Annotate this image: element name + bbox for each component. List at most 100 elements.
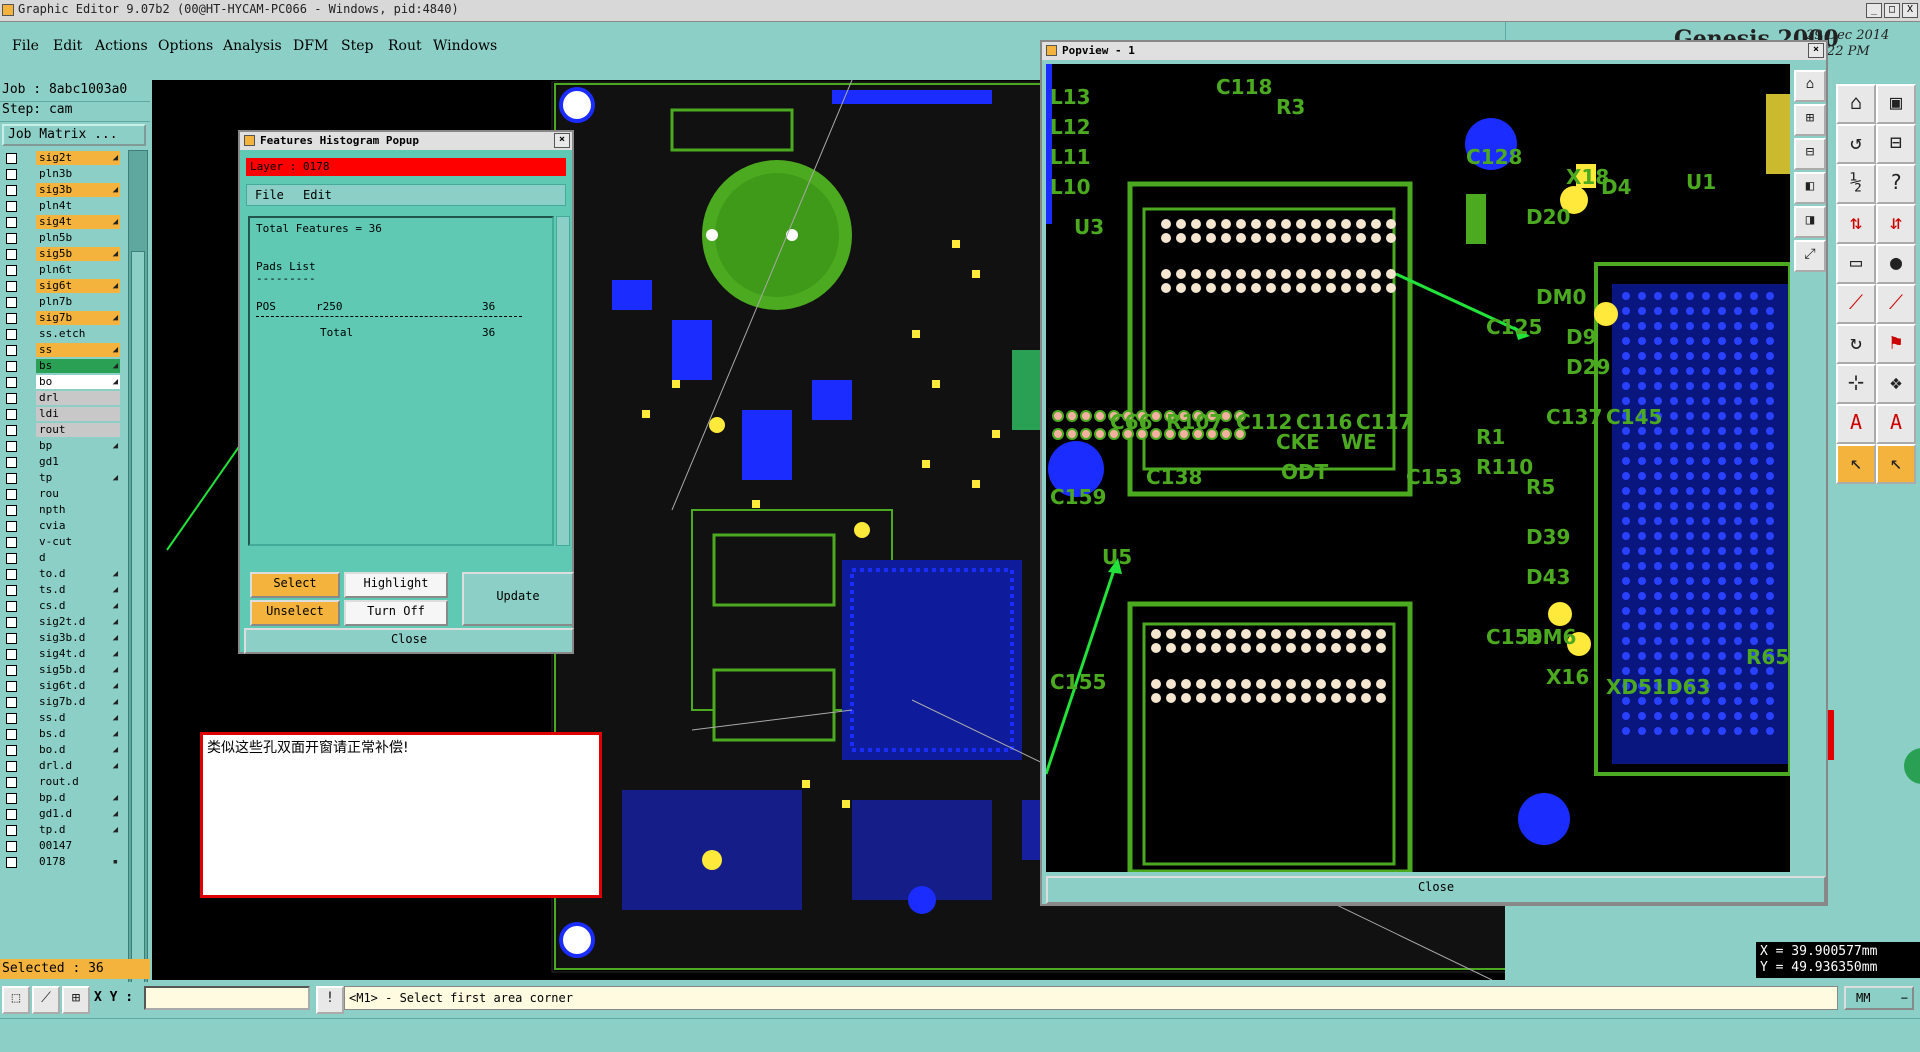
circle-icon[interactable]: ● [1876,244,1916,284]
layer-name[interactable]: cs.d ◢ [36,599,120,613]
green-round-button[interactable] [1904,748,1920,784]
layer-name[interactable]: pln6t [36,263,120,277]
select-button[interactable]: Select [250,572,340,598]
pointer-icon[interactable]: ↖ [1836,444,1876,484]
layer-checkbox[interactable] [6,217,17,228]
arc-icon[interactable]: ⟋ [1876,284,1916,324]
layer-name[interactable]: ss ◢ [36,343,120,357]
layers-icon[interactable]: ⇅ [1836,204,1876,244]
layer-name[interactable]: pln7b [36,295,120,309]
layer-checkbox[interactable] [6,585,17,596]
menu-edit[interactable]: Edit [53,38,82,54]
layer-row[interactable]: bs ◢ [0,358,122,374]
text-edit-icon[interactable]: A [1876,404,1916,444]
layer-name[interactable]: sig3b.d ◢ [36,631,120,645]
select-mode-icon[interactable]: ⬚ [2,986,30,1014]
layer-checkbox[interactable] [6,633,17,644]
layer-name[interactable]: bs.d ◢ [36,727,120,741]
layer-checkbox[interactable] [6,601,17,612]
layer-name[interactable]: sig5b.d ◢ [36,663,120,677]
layer-name[interactable]: pln3b [36,167,120,181]
layer-name[interactable]: gd1.d ◢ [36,807,120,821]
layer-name[interactable]: 00147 [36,839,120,853]
popview-canvas[interactable]: L13 L12 L11 L10 U3 C118 R3 C128 X18 D4 U1 D20 DM0 D9 C… [1044,64,1792,875]
histogram-scrollbar[interactable] [556,216,570,546]
turn-off-button[interactable]: Turn Off [344,600,448,626]
layer-checkbox[interactable] [6,505,17,516]
layer-row[interactable]: sig4t ◢ [0,214,122,230]
layer-checkbox[interactable] [6,393,17,404]
layer-name[interactable]: sig5b ◢ [36,247,120,261]
layer-name[interactable]: bp.d ◢ [36,791,120,805]
units-selector[interactable]: MM − [1844,986,1914,1010]
layer-row[interactable]: sig7b.d ◢ [0,694,122,710]
layer-name[interactable]: v-cut [36,535,120,549]
layer-name[interactable]: bo ◢ [36,375,120,389]
layer-row[interactable]: bs.d ◢ [0,726,122,742]
layer-name[interactable]: cvia [36,519,120,533]
menu-analysis[interactable]: Analysis [223,38,282,54]
layer-checkbox[interactable] [6,361,17,372]
layer-checkbox[interactable] [6,169,17,180]
layer-checkbox[interactable] [6,809,17,820]
snap-icon[interactable]: ⊟ [1876,124,1916,164]
layer-checkbox[interactable] [6,777,17,788]
maximize-button[interactable]: □ [1884,3,1900,18]
layer-row[interactable]: tp.d ◢ [0,822,122,838]
layer-checkbox[interactable] [6,313,17,324]
undo-icon[interactable]: ↺ [1836,124,1876,164]
layer-row[interactable]: tp ◢ [0,470,122,486]
layer-row[interactable]: gd1.d ◢ [0,806,122,822]
layer-row[interactable]: pln5b [0,230,122,246]
text-icon[interactable]: A [1836,404,1876,444]
layer-name[interactable]: ss.d ◢ [36,711,120,725]
layer-checkbox[interactable] [6,617,17,628]
layer-row[interactable]: ldi [0,406,122,422]
layer-name[interactable]: sig4t ◢ [36,215,120,229]
layer-row[interactable]: pln4t [0,198,122,214]
layer-row[interactable]: bp ◢ [0,438,122,454]
layer-checkbox[interactable] [6,233,17,244]
layer-scrollbar[interactable] [128,150,148,1040]
window-icon-tool[interactable]: ▣ [1876,84,1916,124]
layer-checkbox[interactable] [6,249,17,260]
layer-checkbox[interactable] [6,553,17,564]
layer-name[interactable]: ss.etch [36,327,120,341]
layer-name[interactable]: rout.d [36,775,120,789]
layer-name[interactable]: tp ◢ [36,471,120,485]
layer-checkbox[interactable] [6,857,17,868]
layer-row[interactable]: sig7b ◢ [0,310,122,326]
layer-checkbox[interactable] [6,297,17,308]
layer-name[interactable]: rou [36,487,120,501]
layer-checkbox[interactable] [6,153,17,164]
measure-mode-icon[interactable]: ⟋ [32,986,60,1014]
histogram-menu-file[interactable]: File [255,188,284,202]
layer-checkbox[interactable] [6,201,17,212]
layer-row[interactable]: npth [0,502,122,518]
layer-name[interactable]: pln4t [36,199,120,213]
layer-name[interactable]: sig2t.d ◢ [36,615,120,629]
layer-row[interactable]: bo ◢ [0,374,122,390]
pan-left-icon[interactable]: ◧ [1794,172,1826,204]
update-button[interactable]: Update [462,572,574,626]
layer-checkbox[interactable] [6,281,17,292]
layer-name[interactable]: npth [36,503,120,517]
highlight-button[interactable]: Highlight [344,572,448,598]
layer-checkbox[interactable] [6,441,17,452]
layer-name[interactable]: drl [36,391,120,405]
layer-checkbox[interactable] [6,745,17,756]
layer-row[interactable]: sig6t ◢ [0,278,122,294]
layer-name[interactable]: ts.d ◢ [36,583,120,597]
histogram-menu-edit[interactable]: Edit [303,188,332,202]
help-icon[interactable]: ? [1876,164,1916,204]
scale-icon[interactable]: ½ [1836,164,1876,204]
layer-row[interactable]: to.d ◢ [0,566,122,582]
layer-row[interactable]: rout [0,422,122,438]
layer-checkbox[interactable] [6,457,17,468]
layer-name[interactable]: bp ◢ [36,439,120,453]
layer-row[interactable]: ss.d ◢ [0,710,122,726]
menu-options[interactable]: Options [158,38,213,54]
scroll-thumb[interactable] [131,251,145,1011]
layer-checkbox[interactable] [6,665,17,676]
layer-row[interactable]: ts.d ◢ [0,582,122,598]
